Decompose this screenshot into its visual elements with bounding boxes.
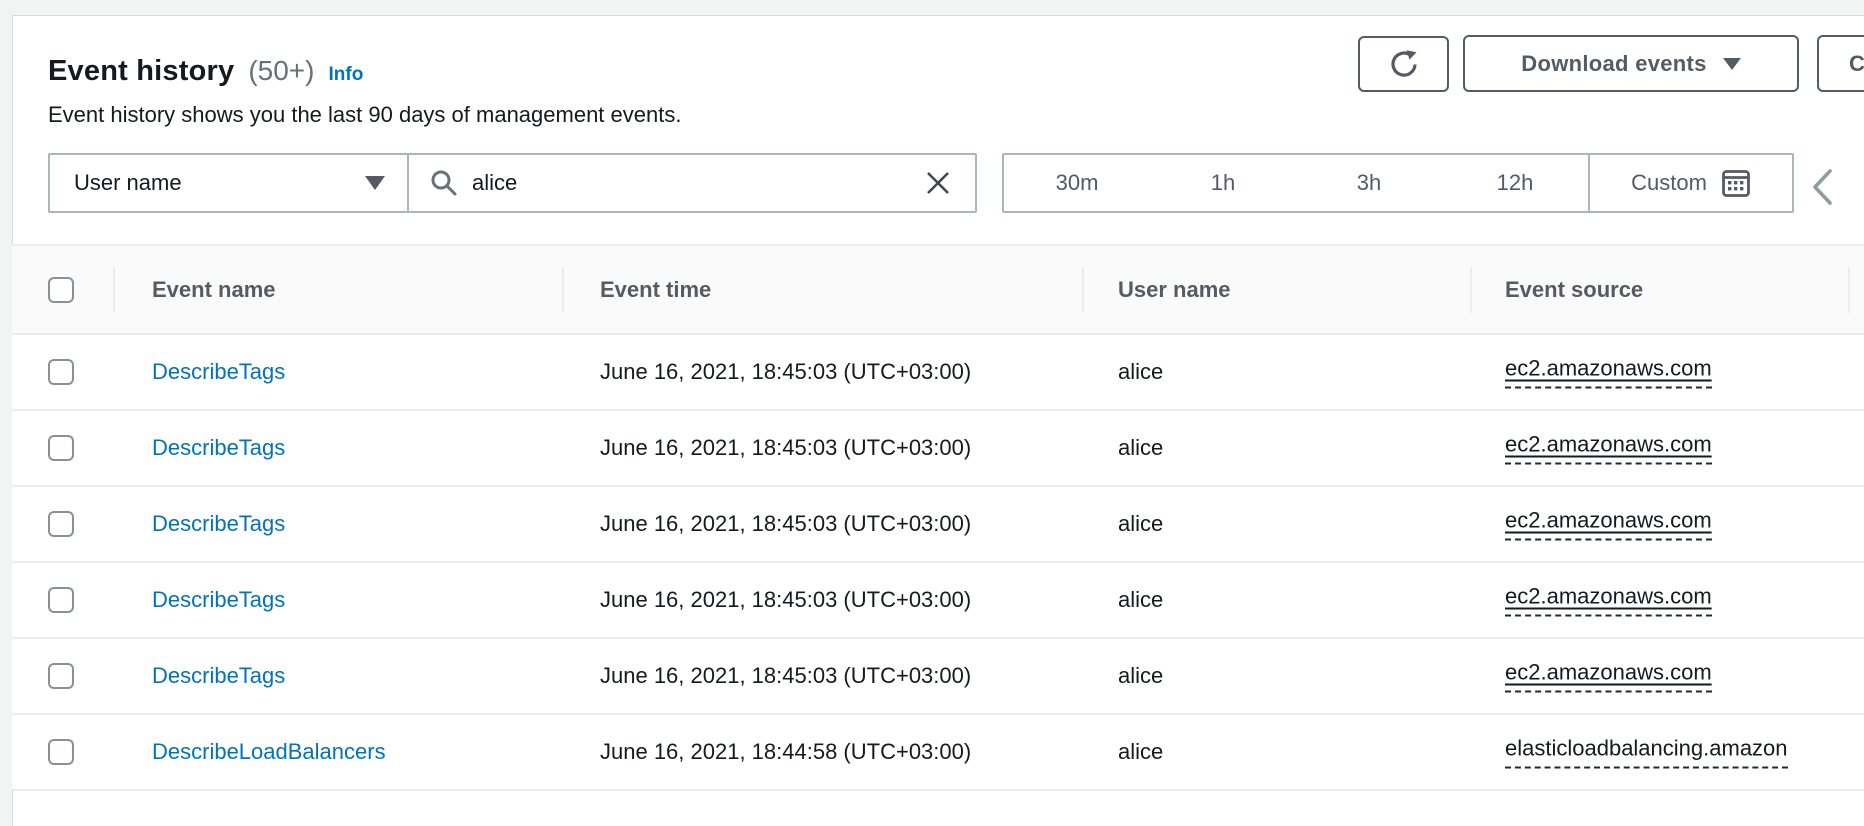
info-link[interactable]: Info [328,64,363,86]
user-name-cell: alice [1118,739,1163,765]
event-source-cell[interactable]: ec2.amazonaws.com [1505,584,1712,617]
page-title: Event history [48,55,234,88]
download-events-label: Download events [1521,51,1706,77]
event-time-cell: June 16, 2021, 18:45:03 (UTC+03:00) [600,435,971,461]
user-name-cell: alice [1118,359,1163,385]
column-divider [1470,267,1472,313]
event-name-link[interactable]: DescribeTags [152,435,285,461]
event-time-cell: June 16, 2021, 18:44:58 (UTC+03:00) [600,739,971,765]
column-header-user-name[interactable]: User name [1118,246,1231,333]
refresh-icon [1389,49,1419,79]
page-header: Event history (50+) Info [48,55,363,88]
column-divider [1848,267,1850,313]
event-source-cell[interactable]: elasticloadbalancing.amazon [1505,736,1788,769]
caret-down-icon [365,176,385,190]
row-checkbox[interactable] [48,435,74,461]
row-checkbox[interactable] [48,511,74,537]
user-name-cell: alice [1118,511,1163,537]
caret-down-icon [1723,58,1741,70]
table-row: DescribeLoadBalancers June 16, 2021, 18:… [12,713,1864,791]
event-history-page: Event history (50+) Info Event history s… [0,0,1864,796]
event-time-cell: June 16, 2021, 18:45:03 (UTC+03:00) [600,663,971,689]
column-header-event-name[interactable]: Event name [152,246,276,333]
table-row: DescribeTags June 16, 2021, 18:45:03 (UT… [12,637,1864,713]
table-row: DescribeTags June 16, 2021, 18:45:03 (UT… [12,561,1864,637]
column-header-event-time[interactable]: Event time [600,246,711,333]
custom-range-button[interactable]: Custom [1588,155,1792,211]
lookup-attribute-value: User name [74,170,182,196]
table-row: DescribeTags June 16, 2021, 18:45:03 (UT… [12,409,1864,485]
event-name-link[interactable]: DescribeTags [152,663,285,689]
search-input[interactable] [472,170,908,196]
row-checkbox[interactable] [48,359,74,385]
table-row: DescribeTags June 16, 2021, 18:45:03 (UT… [12,333,1864,409]
user-name-cell: alice [1118,663,1163,689]
event-source-cell[interactable]: ec2.amazonaws.com [1505,432,1712,465]
column-divider [1082,267,1084,313]
calendar-icon [1721,168,1751,198]
clipped-button-label: C [1849,51,1864,77]
result-count: (50+) [248,55,314,87]
event-name-link[interactable]: DescribeTags [152,587,285,613]
custom-range-label: Custom [1631,170,1707,196]
download-events-button[interactable]: Download events [1463,35,1799,92]
chevron-left-icon[interactable] [1806,163,1840,211]
user-name-cell: alice [1118,435,1163,461]
time-range-group: 30m 1h 3h 12h Custom [1002,153,1794,213]
row-checkbox[interactable] [48,663,74,689]
clipped-right-button[interactable]: C [1817,35,1864,92]
event-name-link[interactable]: DescribeTags [152,359,285,385]
table-body: DescribeTags June 16, 2021, 18:45:03 (UT… [12,333,1864,791]
lookup-attribute-select[interactable]: User name [50,155,409,211]
clear-search-icon[interactable] [921,166,955,200]
time-range-1h[interactable]: 1h [1150,155,1296,211]
time-range-3h[interactable]: 3h [1296,155,1442,211]
search-icon [429,168,459,198]
table-header: Event name Event time User name Event so… [12,246,1864,333]
event-time-cell: June 16, 2021, 18:45:03 (UTC+03:00) [600,511,971,537]
refresh-button[interactable] [1358,36,1449,92]
event-time-cell: June 16, 2021, 18:45:03 (UTC+03:00) [600,359,971,385]
column-divider [113,267,115,313]
event-source-cell[interactable]: ec2.amazonaws.com [1505,660,1712,693]
event-filter-control: User name [48,153,977,213]
column-divider [562,267,564,313]
event-name-link[interactable]: DescribeTags [152,511,285,537]
column-header-event-source[interactable]: Event source [1505,246,1643,333]
page-subtitle: Event history shows you the last 90 days… [48,102,681,128]
row-checkbox[interactable] [48,739,74,765]
event-time-cell: June 16, 2021, 18:45:03 (UTC+03:00) [600,587,971,613]
event-source-cell[interactable]: ec2.amazonaws.com [1505,508,1712,541]
event-name-link[interactable]: DescribeLoadBalancers [152,739,386,765]
row-checkbox[interactable] [48,587,74,613]
select-all-checkbox[interactable] [48,277,74,303]
time-range-30m[interactable]: 30m [1004,155,1150,211]
search-area [409,155,975,211]
event-source-cell[interactable]: ec2.amazonaws.com [1505,356,1712,389]
time-range-12h[interactable]: 12h [1442,155,1588,211]
table-row: DescribeTags June 16, 2021, 18:45:03 (UT… [12,485,1864,561]
user-name-cell: alice [1118,587,1163,613]
